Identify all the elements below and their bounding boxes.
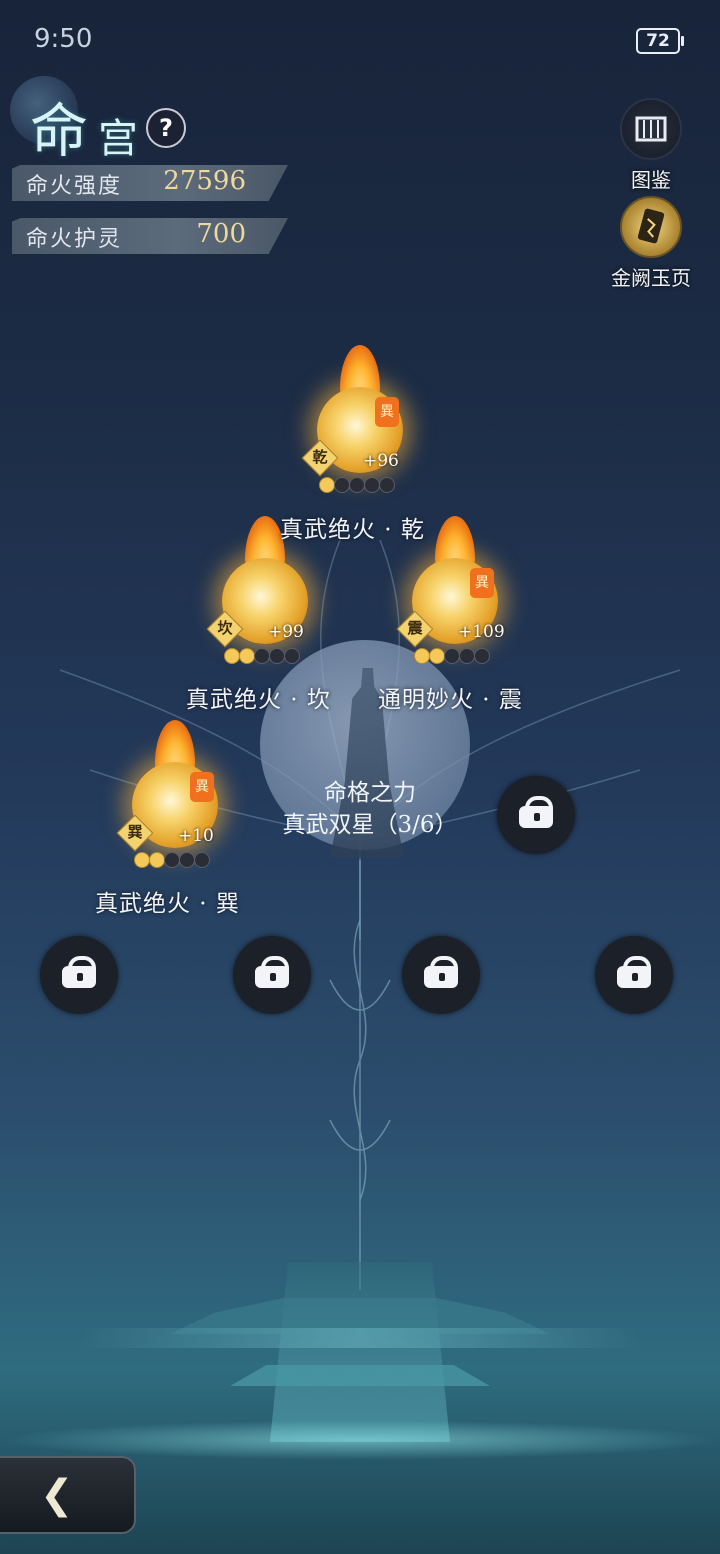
level-pip	[164, 852, 180, 868]
bonus-value: +109	[458, 622, 505, 642]
atlas-label: 图鉴	[631, 168, 671, 192]
fate-power-title: 命格之力	[324, 780, 416, 806]
level-pips	[134, 852, 224, 868]
fire-node-name: 通明妙火 · 震	[378, 687, 523, 713]
scroll-icon	[620, 98, 682, 160]
lock-keyhole	[77, 973, 83, 981]
light-pillar-decoration	[329, 860, 391, 1290]
level-pip	[459, 648, 475, 664]
atlas-button[interactable]: 图鉴	[596, 98, 706, 193]
back-arrow-icon: ❮	[40, 1472, 74, 1518]
fire-node-qian[interactable]: 異 乾 +96	[301, 345, 415, 495]
jade-page-label: 金阙玉页	[611, 266, 691, 290]
page-title-sub: 宫	[98, 116, 138, 162]
stat-label: 命火护灵	[26, 227, 123, 252]
back-button[interactable]: ❮	[0, 1456, 136, 1534]
level-pip	[414, 648, 430, 664]
palace-decoration	[270, 1262, 450, 1442]
locked-slot[interactable]	[402, 936, 480, 1014]
level-pip	[179, 852, 195, 868]
trigram-label: 乾	[312, 448, 328, 466]
stat-fire-guard: 命火护灵 700	[12, 218, 288, 254]
jade-page-button[interactable]: 金阙玉页	[596, 196, 706, 291]
palace-base-decoration	[80, 1328, 640, 1348]
locked-slot[interactable]	[40, 936, 118, 1014]
level-pip	[319, 477, 335, 493]
fire-node-name: 真武绝火 · 乾	[280, 517, 425, 543]
level-pip	[269, 648, 285, 664]
level-pip	[134, 852, 150, 868]
battery-indicator: 72	[636, 28, 684, 54]
lock-keyhole	[270, 973, 276, 981]
level-pip	[284, 648, 300, 664]
stat-value: 700	[196, 219, 246, 249]
locked-slot[interactable]	[595, 936, 673, 1014]
help-button[interactable]: ?	[146, 108, 186, 148]
fire-node-name: 真武绝火 · 巽	[95, 891, 240, 917]
level-pip	[429, 648, 445, 664]
stat-label: 命火强度	[26, 174, 123, 199]
lock-keyhole	[439, 973, 445, 981]
level-pip	[334, 477, 350, 493]
trigram-label: 坎	[217, 619, 233, 637]
fate-power-subtitle: 真武双星（3/6）	[282, 812, 458, 838]
variant-badge: 異	[470, 568, 494, 598]
level-pip	[224, 648, 240, 664]
level-pips	[319, 477, 409, 493]
level-pips	[224, 648, 314, 664]
stat-fire-strength: 命火强度 27596	[12, 165, 288, 201]
locked-slot[interactable]	[233, 936, 311, 1014]
bonus-value: +96	[363, 451, 399, 471]
jade-page-icon	[620, 196, 682, 258]
level-pip	[194, 852, 210, 868]
page-title: 命	[30, 97, 89, 165]
status-time: 9:50	[34, 24, 93, 54]
level-pip	[444, 648, 460, 664]
locked-slot[interactable]	[497, 776, 575, 854]
trigram-label: 震	[407, 619, 423, 637]
lock-keyhole	[534, 813, 540, 821]
bonus-value: +99	[268, 622, 304, 642]
level-pip	[474, 648, 490, 664]
variant-badge: 異	[375, 397, 399, 427]
level-pip	[349, 477, 365, 493]
level-pip	[254, 648, 270, 664]
fire-node-name: 真武绝火 · 坎	[186, 687, 331, 713]
level-pip	[379, 477, 395, 493]
lock-keyhole	[632, 973, 638, 981]
level-pip	[364, 477, 380, 493]
level-pips	[414, 648, 504, 664]
stat-value: 27596	[163, 166, 246, 196]
floor-glow-decoration	[0, 1420, 720, 1460]
level-pip	[149, 852, 165, 868]
level-pip	[239, 648, 255, 664]
